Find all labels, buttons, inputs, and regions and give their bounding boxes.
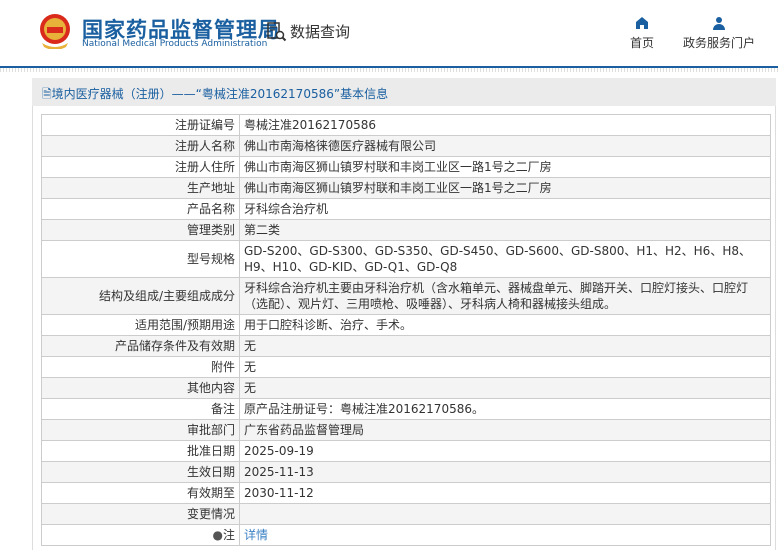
field-label: 生产地址 — [41, 177, 240, 199]
detail-panel: 注册证编号 粤械注准20162170586 注册人名称 佛山市南海格徕德医疗器械有限公… — [32, 106, 776, 550]
field-label: 有效期至 — [41, 482, 240, 504]
field-value: GD-S200、GD-S300、GD-S350、GD-S450、GD-S600、… — [239, 240, 771, 278]
field-value: 用于口腔科诊断、治疗、手术。 — [239, 314, 771, 336]
national-emblem-icon — [40, 14, 70, 49]
field-value — [239, 503, 771, 525]
field-label: 变更情况 — [41, 503, 240, 525]
field-value: 无 — [239, 377, 771, 399]
table-row: 生效日期 2025-11-13 — [41, 461, 771, 483]
table-row: 产品储存条件及有效期无 — [41, 335, 771, 357]
field-value: 佛山市南海格徕德医疗器械有限公司 — [239, 135, 771, 157]
nav-home-label: 首页 — [630, 36, 655, 50]
data-query-link[interactable]: 数据查询 — [267, 21, 350, 42]
field-value: 广东省药品监督管理局 — [239, 419, 771, 441]
details-link[interactable]: 详情 — [244, 528, 268, 542]
field-value: 原产品注册证号：粤械注准20162170586。 — [239, 398, 771, 420]
nav-service-portal[interactable]: 政务服务门户 — [683, 16, 755, 51]
nav-home[interactable]: 首页 — [630, 16, 654, 51]
field-label: 生效日期 — [41, 461, 240, 483]
field-value: 无 — [239, 335, 771, 357]
field-label: 产品名称 — [41, 198, 240, 220]
table-row: 产品名称 牙科综合治疗机 — [41, 198, 771, 220]
field-label: 型号规格 — [41, 240, 240, 278]
breadcrumb: 🗎境内医疗器械（注册）——“粤械注准20162170586”基本信息 — [32, 78, 776, 106]
divider — [0, 68, 778, 72]
field-value: 牙科综合治疗机 — [239, 198, 771, 220]
table-row: 变更情况 — [41, 503, 771, 525]
field-value: 2030-11-12 — [239, 482, 771, 504]
table-row: 注册证编号 粤械注准20162170586 — [41, 114, 771, 136]
table-row: 审批部门 广东省药品监督管理局 — [41, 419, 771, 441]
field-value: 无 — [239, 356, 771, 378]
table-row: 结构及组成/主要组成成分 牙科综合治疗机主要由牙科治疗机（含水箱单元、器械盘单元、… — [41, 277, 771, 315]
field-label: 产品储存条件及有效期 — [41, 335, 240, 357]
site-header: 国家药品监督管理局 National Medical Products Admi… — [0, 0, 778, 68]
nav-service-label: 政务服务门户 — [683, 36, 756, 50]
field-value: 牙科综合治疗机主要由牙科治疗机（含水箱单元、器械盘单元、脚踏开关、口腔灯接头、口… — [239, 277, 771, 315]
pin-icon: ● — [212, 528, 223, 542]
table-row: 适用范围/预期用途 用于口腔科诊断、治疗、手术。 — [41, 314, 771, 336]
field-value: 2025-11-13 — [239, 461, 771, 483]
table-row: 型号规格 GD-S200、GD-S300、GD-S350、GD-S450、GD-S… — [41, 240, 771, 278]
table-row: 注册人名称 佛山市南海格徕德医疗器械有限公司 — [41, 135, 771, 157]
field-value: 佛山市南海区狮山镇罗村联和丰岗工业区一路1号之二厂房 — [239, 177, 771, 199]
field-label: 批准日期 — [41, 440, 240, 462]
field-label: 注册人名称 — [41, 135, 240, 157]
field-value: 佛山市南海区狮山镇罗村联和丰岗工业区一路1号之二厂房 — [239, 156, 771, 178]
table-row: 批准日期 2025-09-19 — [41, 440, 771, 462]
note-label: 注 — [222, 528, 235, 542]
field-label: 结构及组成/主要组成成分 — [41, 277, 240, 315]
table-row-note: ●注 详情 — [41, 524, 771, 546]
field-label: 注册人住所 — [41, 156, 240, 178]
breadcrumb-text: 境内医疗器械（注册）——“粤械注准20162170586”基本信息 — [51, 87, 389, 101]
field-value: 2025-09-19 — [239, 440, 771, 462]
table-row: 有效期至 2030-11-12 — [41, 482, 771, 504]
table-row: 生产地址 佛山市南海区狮山镇罗村联和丰岗工业区一路1号之二厂房 — [41, 177, 771, 199]
field-value: 第二类 — [239, 219, 771, 241]
table-row: 其他内容无 — [41, 377, 771, 399]
field-label: 管理类别 — [41, 219, 240, 241]
field-label: 适用范围/预期用途 — [41, 314, 240, 336]
field-label: 附件 — [41, 356, 240, 378]
field-label: 审批部门 — [41, 419, 240, 441]
table-row: 附件无 — [41, 356, 771, 378]
field-label: 其他内容 — [41, 377, 240, 399]
data-query-label: 数据查询 — [290, 23, 351, 41]
field-label: 注册证编号 — [41, 114, 240, 136]
home-icon — [636, 17, 648, 29]
table-row: 管理类别 第二类 — [41, 219, 771, 241]
table-row: 注册人住所 佛山市南海区狮山镇罗村联和丰岗工业区一路1号之二厂房 — [41, 156, 771, 178]
search-doc-icon — [267, 21, 287, 41]
document-icon: 🗎 — [42, 87, 52, 101]
user-icon — [713, 17, 725, 30]
table-row: 备注 原产品注册证号：粤械注准20162170586。 — [41, 398, 771, 420]
detail-table: 注册证编号 粤械注准20162170586 注册人名称 佛山市南海格徕德医疗器械有限公… — [41, 114, 771, 546]
field-label: 备注 — [41, 398, 240, 420]
field-value: 详情 — [239, 524, 771, 546]
field-label: ●注 — [41, 524, 240, 546]
logo-subtitle: National Medical Products Administration — [82, 39, 268, 49]
field-value: 粤械注准20162170586 — [239, 114, 771, 136]
